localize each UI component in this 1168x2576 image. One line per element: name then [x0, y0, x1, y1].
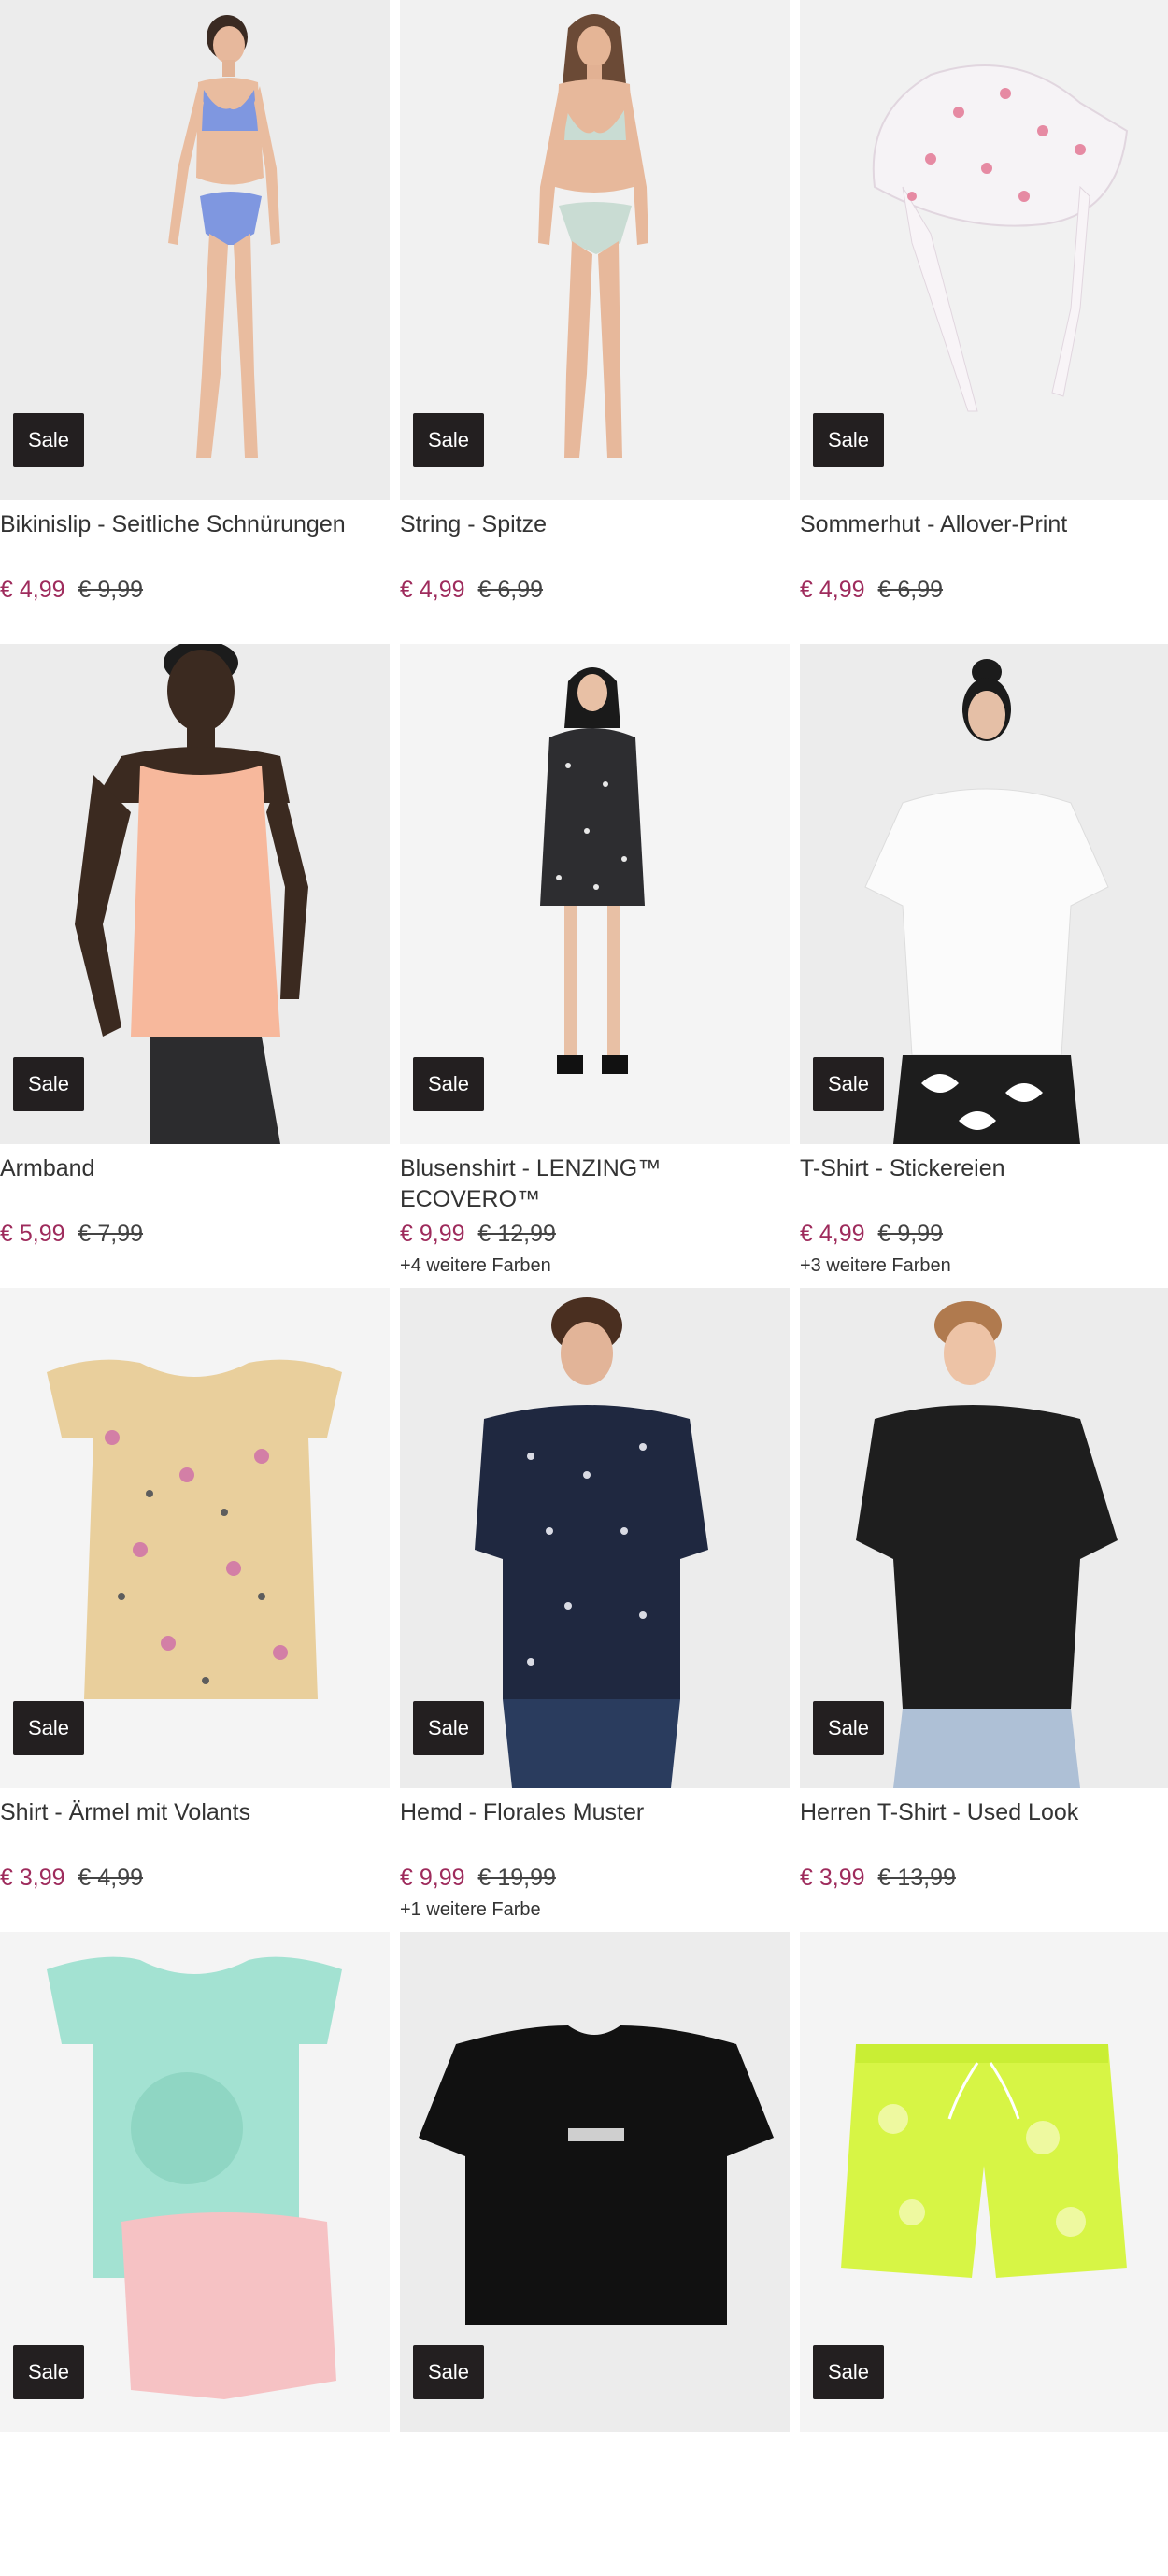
product-card[interactable]: Sale Armband € 5,99 € 7,99 — [0, 644, 390, 1288]
sale-price: € 4,99 — [400, 577, 465, 603]
sale-badge: Sale — [413, 2345, 485, 2399]
sale-badge: Sale — [813, 413, 885, 467]
product-title[interactable]: T-Shirt - Stickereien — [800, 1153, 1168, 1215]
product-title[interactable]: Herren T-Shirt - Used Look — [800, 1797, 1168, 1859]
product-title[interactable]: Shirt - Ärmel mit Volants — [0, 1797, 390, 1859]
product-card[interactable]: Sale Shirt - Ärmel mit Volants € 3,99 € 4… — [0, 1288, 390, 1932]
product-image[interactable]: Sale — [800, 0, 1168, 500]
product-title[interactable]: Hemd - Florales Muster — [400, 1797, 790, 1859]
original-price: € 4,99 — [78, 1865, 144, 1891]
product-title[interactable] — [0, 2441, 390, 2503]
original-price: € 9,99 — [78, 577, 144, 603]
product-card[interactable]: Sale Blusenshirt - LENZING™ ECOVERO™ € 9… — [400, 644, 790, 1288]
original-price: € 13,99 — [877, 1865, 956, 1891]
original-price: € 7,99 — [78, 1221, 144, 1247]
product-image[interactable]: Sale — [800, 644, 1168, 1144]
sale-badge: Sale — [13, 1057, 85, 1111]
product-image[interactable]: Sale — [400, 644, 790, 1144]
sale-badge: Sale — [813, 2345, 885, 2399]
product-title[interactable] — [800, 2441, 1168, 2503]
sale-badge: Sale — [13, 2345, 85, 2399]
sale-price: € 9,99 — [400, 1221, 465, 1247]
sale-price: € 4,99 — [800, 1221, 865, 1247]
product-card[interactable]: Sale Herren T-Shirt - Used Look € 3,99 € … — [800, 1288, 1168, 1932]
product-image[interactable]: Sale — [400, 0, 790, 500]
product-card[interactable]: Sale Bikinislip - Seitliche Schnürungen … — [0, 0, 390, 644]
product-title[interactable]: Sommerhut - Allover-Print — [800, 509, 1168, 571]
sale-price: € 3,99 — [0, 1865, 65, 1891]
product-image[interactable]: Sale — [0, 644, 390, 1144]
more-colors[interactable]: +3 weitere Farben — [800, 1255, 1168, 1277]
price-row: € 4,99 € 6,99 — [400, 576, 790, 604]
product-title[interactable] — [400, 2441, 790, 2503]
product-card[interactable]: Sale Hemd - Florales Muster € 9,99 € 19,9… — [400, 1288, 790, 1932]
sale-price: € 4,99 — [0, 577, 65, 603]
price-row: € 4,99 € 9,99 — [0, 576, 390, 604]
more-colors[interactable]: +1 weitere Farbe — [400, 1899, 790, 1921]
sale-badge: Sale — [813, 1057, 885, 1111]
product-image[interactable]: Sale — [0, 0, 390, 500]
price-row: € 9,99 € 19,99 — [400, 1864, 790, 1892]
price-row: € 9,99 € 12,99 — [400, 1220, 790, 1248]
price-row: € 3,99 € 13,99 — [800, 1864, 1168, 1892]
product-image[interactable]: Sale — [800, 1288, 1168, 1788]
product-card[interactable]: Sale — [0, 1932, 390, 2576]
sale-badge: Sale — [413, 413, 485, 467]
sale-badge: Sale — [813, 1701, 885, 1755]
sale-price: € 5,99 — [0, 1221, 65, 1247]
price-row: € 4,99 € 6,99 — [800, 576, 1168, 604]
product-title[interactable]: Armband — [0, 1153, 390, 1215]
sale-price: € 9,99 — [400, 1865, 465, 1891]
original-price: € 12,99 — [477, 1221, 556, 1247]
product-card[interactable]: Sale String - Spitze € 4,99 € 6,99 — [400, 0, 790, 644]
original-price: € 9,99 — [877, 1221, 944, 1247]
price-row: € 5,99 € 7,99 — [0, 1220, 390, 1248]
product-grid: Sale Bikinislip - Seitliche Schnürungen … — [0, 0, 1168, 2576]
original-price: € 6,99 — [477, 577, 544, 603]
sale-badge: Sale — [413, 1057, 485, 1111]
product-card[interactable]: Sale T-Shirt - Stickereien € 4,99 € 9,99 … — [800, 644, 1168, 1288]
product-card[interactable]: Sale — [800, 1932, 1168, 2576]
price-row: € 3,99 € 4,99 — [0, 1864, 390, 1892]
original-price: € 19,99 — [477, 1865, 556, 1891]
sale-price: € 3,99 — [800, 1865, 865, 1891]
original-price: € 6,99 — [877, 577, 944, 603]
sale-badge: Sale — [413, 1701, 485, 1755]
product-card[interactable]: Sale — [400, 1932, 790, 2576]
sale-price: € 4,99 — [800, 577, 865, 603]
product-title[interactable]: String - Spitze — [400, 509, 790, 571]
product-title[interactable]: Blusenshirt - LENZING™ ECOVERO™ — [400, 1153, 790, 1215]
product-card[interactable]: Sale Sommerhut - Allover-Print € 4,99 € 6… — [800, 0, 1168, 644]
price-row: € 4,99 € 9,99 — [800, 1220, 1168, 1248]
product-image[interactable]: Sale — [0, 1288, 390, 1788]
product-image[interactable]: Sale — [400, 1288, 790, 1788]
sale-badge: Sale — [13, 413, 85, 467]
product-image[interactable]: Sale — [800, 1932, 1168, 2432]
product-title[interactable]: Bikinislip - Seitliche Schnürungen — [0, 509, 390, 571]
sale-badge: Sale — [13, 1701, 85, 1755]
product-image[interactable]: Sale — [0, 1932, 390, 2432]
product-image[interactable]: Sale — [400, 1932, 790, 2432]
more-colors[interactable]: +4 weitere Farben — [400, 1255, 790, 1277]
